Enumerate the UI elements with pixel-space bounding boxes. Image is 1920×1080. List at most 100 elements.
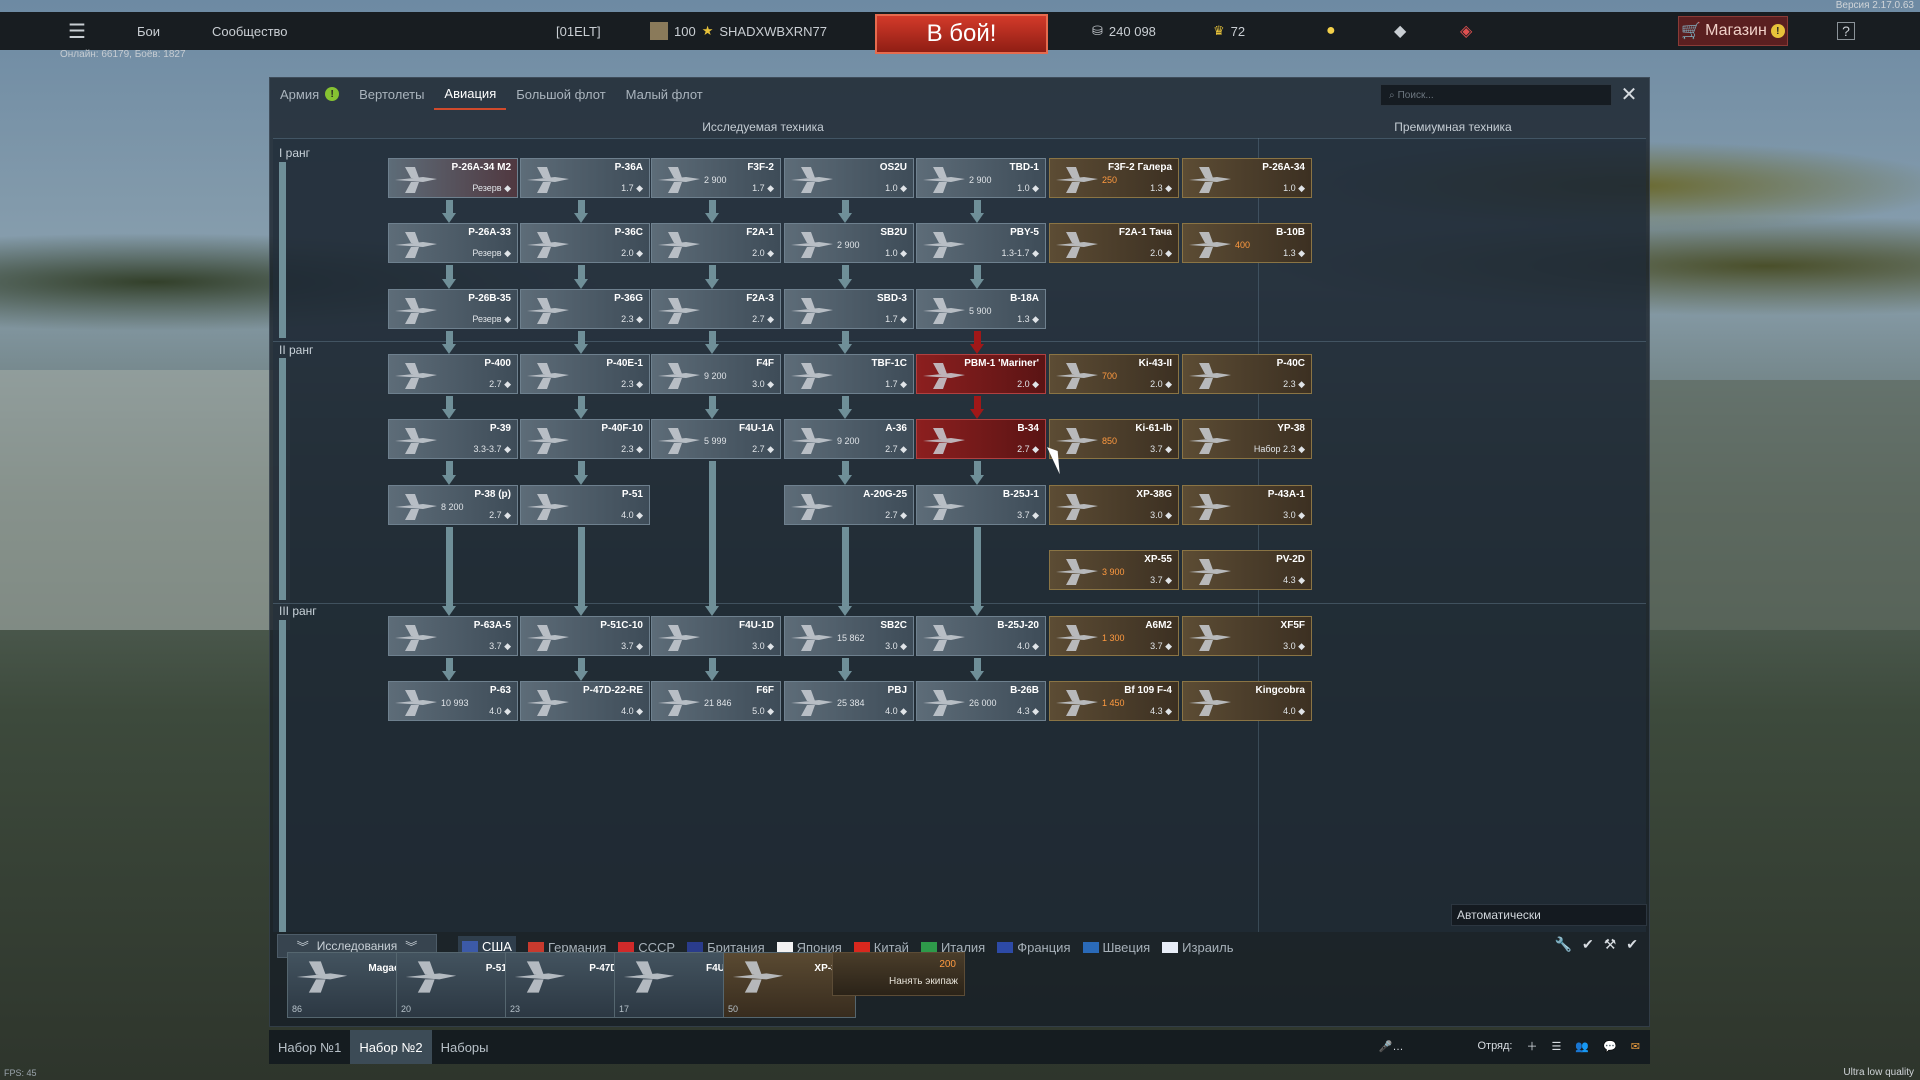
friends-icon[interactable]: 👥 <box>1575 1040 1589 1053</box>
vehicle-card[interactable]: B-26B 4.3 ◆ 26 000 <box>916 681 1046 721</box>
vehicle-card[interactable]: PBY-5 1.3-1.7 ◆ <box>916 223 1046 263</box>
vehicle-card[interactable]: P-36A 1.7 ◆ <box>520 158 650 198</box>
premium-vehicle-card[interactable]: P-43A-1 3.0 ◆ <box>1182 485 1312 525</box>
battles-menu[interactable]: Бои <box>137 12 160 50</box>
check-icon[interactable]: ✔ <box>1626 936 1638 953</box>
aircraft-icon <box>395 625 437 651</box>
vehicle-card[interactable]: PBM-1 'Mariner' 2.0 ◆ <box>916 354 1046 394</box>
tab-coastal-fleet[interactable]: Малый флот <box>616 78 713 110</box>
wrench-icon[interactable]: 🔧 <box>1555 936 1572 953</box>
fps-counter: FPS: 45 <box>4 1068 37 1078</box>
lightbulb-icon[interactable]: ● <box>1326 12 1336 50</box>
vehicle-card[interactable]: F4U-1A 2.7 ◆ 5 999 <box>651 419 781 459</box>
vehicle-card[interactable]: P-51C-10 3.7 ◆ <box>520 616 650 656</box>
tab-army[interactable]: Армия! <box>270 78 349 110</box>
vehicle-name: SBD-3 <box>876 293 907 304</box>
premium-vehicle-card[interactable]: P-40C 2.3 ◆ <box>1182 354 1312 394</box>
vehicle-card[interactable]: OS2U 1.0 ◆ <box>784 158 914 198</box>
check-icon[interactable]: ✔ <box>1582 936 1594 953</box>
menu-icon[interactable]: ☰ <box>68 12 86 50</box>
premium-vehicle-card[interactable]: Kingcobra 4.0 ◆ <box>1182 681 1312 721</box>
auto-select[interactable]: Автоматически <box>1451 904 1647 926</box>
aircraft-icon <box>623 961 675 993</box>
premium-vehicle-card[interactable]: XP-38G 3.0 ◆ <box>1049 485 1179 525</box>
online-stats: Онлайн: 66179, Боёв: 1827 <box>60 49 186 60</box>
vehicle-card[interactable]: P-36G 2.3 ◆ <box>520 289 650 329</box>
vehicle-card[interactable]: P-26A-33 Резерв ◆ <box>388 223 518 263</box>
tab-bluewater-fleet[interactable]: Большой флот <box>506 78 615 110</box>
vehicle-card[interactable]: F2A-1 2.0 ◆ <box>651 223 781 263</box>
premium-vehicle-card[interactable]: F2A-1 Тача 2.0 ◆ <box>1049 223 1179 263</box>
aircraft-icon <box>658 167 700 193</box>
diamond-icon[interactable]: ◆ <box>1394 12 1406 50</box>
vehicle-card[interactable]: F3F-2 1.7 ◆ 2 900 <box>651 158 781 198</box>
chat-icon[interactable]: 💬 <box>1603 1040 1617 1053</box>
squadron-tag[interactable]: [01ELT] <box>556 12 601 50</box>
search-input[interactable]: ⌕ Поиск... <box>1380 84 1612 106</box>
repair-all-icon[interactable]: ⚒ <box>1604 936 1617 953</box>
vehicle-card[interactable]: P-400 2.7 ◆ <box>388 354 518 394</box>
vehicle-card[interactable]: B-34 2.7 ◆ <box>916 419 1046 459</box>
vehicle-card[interactable]: P-51 4.0 ◆ <box>520 485 650 525</box>
community-menu[interactable]: Сообщество <box>212 12 288 50</box>
premium-vehicle-card[interactable]: P-26A-34 1.0 ◆ <box>1182 158 1312 198</box>
list-icon[interactable]: ☰ <box>1552 1040 1562 1053</box>
fight-button[interactable]: В бой! <box>875 14 1048 54</box>
vehicle-name: F2A-1 Тача <box>1118 227 1172 238</box>
premium-vehicle-card[interactable]: Bf 109 F-4 4.3 ◆ 1 450 <box>1049 681 1179 721</box>
vehicle-card[interactable]: F4U-1D 3.0 ◆ <box>651 616 781 656</box>
aircraft-icon <box>527 167 569 193</box>
vehicle-card[interactable]: A-20G-25 2.7 ◆ <box>784 485 914 525</box>
premium-vehicle-card[interactable]: PV-2D 4.3 ◆ <box>1182 550 1312 590</box>
preset-tab[interactable]: Набор №1 <box>269 1030 350 1064</box>
profile[interactable]: 100 ★ SHADXWBXRN77 <box>650 12 827 50</box>
hire-crew-button[interactable]: 200 Нанять экипаж <box>832 952 965 996</box>
premium-vehicle-card[interactable]: YP-38 Набор 2.3 ◆ <box>1182 419 1312 459</box>
vehicle-card[interactable]: P-63 4.0 ◆ 10 993 <box>388 681 518 721</box>
preset-tab[interactable]: Наборы <box>432 1030 498 1064</box>
vehicle-card[interactable]: B-18A 1.3 ◆ 5 900 <box>916 289 1046 329</box>
premium-vehicle-card[interactable]: B-10B 1.3 ◆ 400 <box>1182 223 1312 263</box>
vehicle-card[interactable]: P-63A-5 3.7 ◆ <box>388 616 518 656</box>
mail-icon[interactable]: ✉ <box>1631 1040 1640 1053</box>
premium-vehicle-card[interactable]: XP-55 3.7 ◆ 3 900 <box>1049 550 1179 590</box>
tab-aviation[interactable]: Авиация <box>434 78 507 110</box>
shop-button[interactable]: 🛒 Магазин ! <box>1678 16 1788 46</box>
vehicle-card[interactable]: P-47D-22-RE 4.0 ◆ <box>520 681 650 721</box>
vehicle-card[interactable]: P-40E-1 2.3 ◆ <box>520 354 650 394</box>
vehicle-card[interactable]: TBF-1C 1.7 ◆ <box>784 354 914 394</box>
premium-vehicle-card[interactable]: Ki-43-II 2.0 ◆ 700 <box>1049 354 1179 394</box>
vehicle-card[interactable]: P-26A-34 M2 Резерв ◆ <box>388 158 518 198</box>
premium-vehicle-card[interactable]: F3F-2 Галера 1.3 ◆ 250 <box>1049 158 1179 198</box>
vehicle-card[interactable]: B-25J-1 3.7 ◆ <box>916 485 1046 525</box>
premium-vehicle-card[interactable]: Ki-61-Ib 3.7 ◆ 850 <box>1049 419 1179 459</box>
coupon-icon[interactable]: ◈ <box>1460 12 1472 50</box>
vehicle-card[interactable]: P-38 (p) 2.7 ◆ 8 200 <box>388 485 518 525</box>
vehicle-card[interactable]: B-25J-20 4.0 ◆ <box>916 616 1046 656</box>
vehicle-card[interactable]: P-39 3.3-3.7 ◆ <box>388 419 518 459</box>
aircraft-icon <box>1056 363 1098 389</box>
vehicle-card[interactable]: F6F 5.0 ◆ 21 846 <box>651 681 781 721</box>
vehicle-card[interactable]: P-36C 2.0 ◆ <box>520 223 650 263</box>
close-icon[interactable]: ✕ <box>1617 82 1641 106</box>
help-icon[interactable]: ? <box>1837 22 1855 40</box>
vehicle-card[interactable]: SB2C 3.0 ◆ 15 862 <box>784 616 914 656</box>
microphone-icon[interactable]: 🎤… <box>1379 1040 1404 1053</box>
vehicle-card[interactable]: P-26B-35 Резерв ◆ <box>388 289 518 329</box>
vehicle-card[interactable]: SB2U 1.0 ◆ 2 900 <box>784 223 914 263</box>
tree-arrow <box>574 606 588 616</box>
tab-helicopters[interactable]: Вертолеты <box>349 78 434 110</box>
vehicle-card[interactable]: F2A-3 2.7 ◆ <box>651 289 781 329</box>
vehicle-card[interactable]: SBD-3 1.7 ◆ <box>784 289 914 329</box>
vehicle-card[interactable]: PBJ 4.0 ◆ 25 384 <box>784 681 914 721</box>
vehicle-name: TBD-1 <box>1009 162 1039 173</box>
aircraft-icon <box>527 428 569 454</box>
vehicle-card[interactable]: A-36 2.7 ◆ 9 200 <box>784 419 914 459</box>
vehicle-card[interactable]: F4F 3.0 ◆ 9 200 <box>651 354 781 394</box>
premium-vehicle-card[interactable]: XF5F 3.0 ◆ <box>1182 616 1312 656</box>
vehicle-card[interactable]: TBD-1 1.0 ◆ 2 900 <box>916 158 1046 198</box>
preset-tab[interactable]: Набор №2 <box>350 1030 432 1064</box>
premium-vehicle-card[interactable]: A6M2 3.7 ◆ 1 300 <box>1049 616 1179 656</box>
plus-icon[interactable]: ＋ <box>1527 1038 1538 1054</box>
vehicle-card[interactable]: P-40F-10 2.3 ◆ <box>520 419 650 459</box>
